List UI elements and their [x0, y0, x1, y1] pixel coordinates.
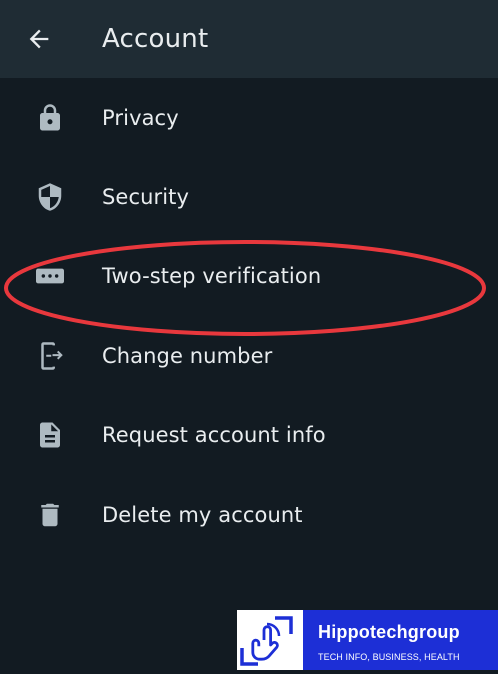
watermark: Hippotechgroup TECH INFO, BUSINESS, HEAL… [237, 610, 498, 670]
settings-item-privacy[interactable]: Privacy [0, 78, 498, 157]
settings-item-delete-account[interactable]: Delete my account [0, 475, 498, 554]
watermark-tagline: TECH INFO, BUSINESS, HEALTH [318, 652, 460, 662]
settings-item-label: Two-step verification [102, 264, 322, 289]
settings-item-label: Security [102, 185, 190, 210]
password-dots-icon [34, 260, 66, 292]
document-icon [34, 419, 66, 451]
change-number-icon [34, 340, 66, 372]
settings-list: Privacy Security Two-step verification C… [0, 78, 498, 554]
trash-icon [34, 499, 66, 531]
settings-item-security[interactable]: Security [0, 157, 498, 236]
back-button[interactable] [22, 22, 56, 56]
settings-item-label: Request account info [102, 423, 326, 448]
watermark-brand: Hippotechgroup [318, 622, 460, 642]
page-title: Account [102, 24, 209, 54]
settings-item-label: Delete my account [102, 502, 303, 527]
lock-icon [34, 102, 66, 134]
shield-icon [34, 181, 66, 213]
settings-item-request-account-info[interactable]: Request account info [0, 396, 498, 475]
settings-item-change-number[interactable]: Change number [0, 316, 498, 395]
settings-item-label: Privacy [102, 105, 179, 130]
arrow-back-icon [29, 29, 49, 49]
watermark-text-panel: Hippotechgroup TECH INFO, BUSINESS, HEAL… [303, 610, 498, 670]
hippotech-logo [237, 610, 303, 670]
settings-item-label: Change number [102, 343, 273, 368]
app-bar: Account [0, 0, 498, 78]
touch-hand-icon [240, 616, 293, 666]
settings-item-two-step-verification[interactable]: Two-step verification [0, 237, 498, 316]
